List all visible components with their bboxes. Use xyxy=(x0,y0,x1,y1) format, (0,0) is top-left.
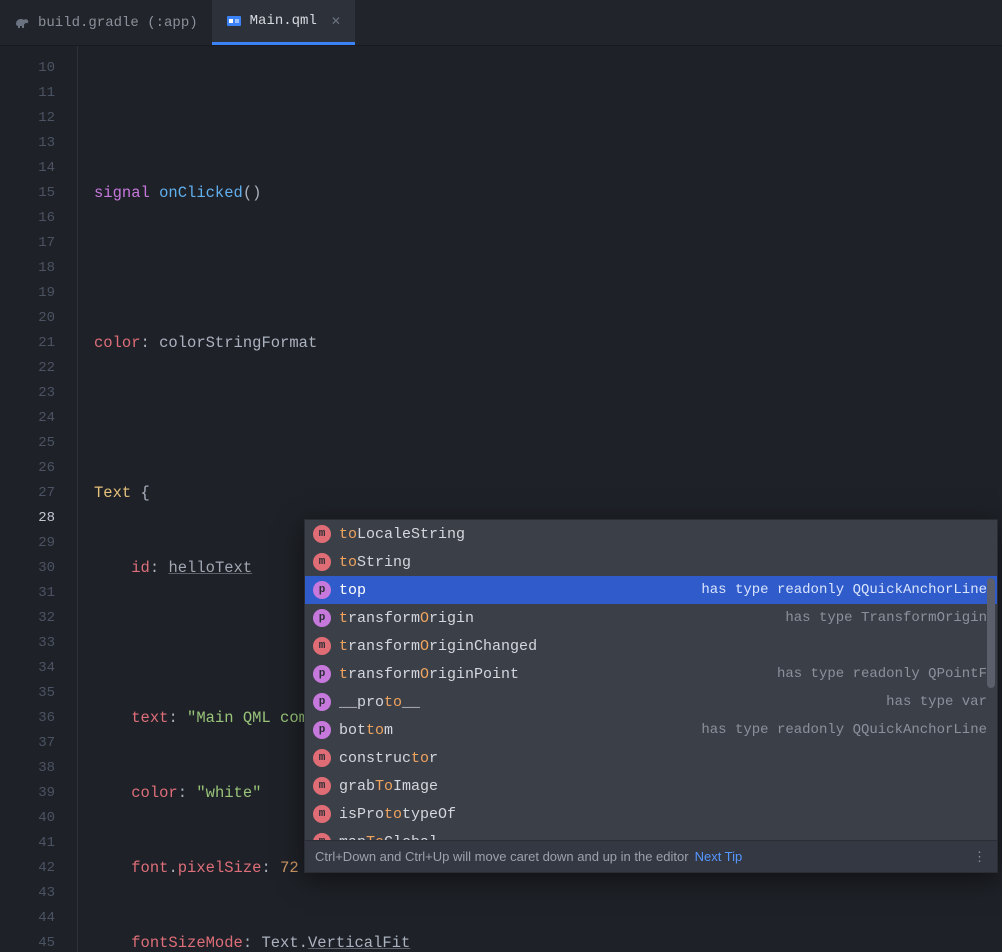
completion-item[interactable]: p transformOriginPoint has type readonly Q… xyxy=(305,660,997,688)
completion-label: mapToGlobal xyxy=(339,834,438,841)
line-number: 27 xyxy=(0,481,77,506)
completion-label: bottom xyxy=(339,722,393,739)
completion-item[interactable]: ptop has type readonly QQuickAnchorLine xyxy=(305,576,997,604)
line-number: 15 xyxy=(0,181,77,206)
line-number: 20 xyxy=(0,306,77,331)
completion-label: constructor xyxy=(339,750,438,767)
line-number: 17 xyxy=(0,231,77,256)
line-number: 11 xyxy=(0,81,77,106)
completion-item[interactable]: m mapToGlobal xyxy=(305,828,997,840)
property-icon: p xyxy=(313,721,331,739)
line-number: 43 xyxy=(0,881,77,906)
completion-label: isPrototypeOf xyxy=(339,806,456,823)
line-number: 36 xyxy=(0,706,77,731)
line-number: 14 xyxy=(0,156,77,181)
completion-label: toString xyxy=(339,554,411,571)
line-number: 38 xyxy=(0,756,77,781)
completion-item[interactable]: m constructor xyxy=(305,744,997,772)
line-number: 19 xyxy=(0,281,77,306)
completion-item[interactable]: pbottom has type readonly QQuickAnchorLin… xyxy=(305,716,997,744)
next-tip-link[interactable]: Next Tip xyxy=(695,849,743,864)
line-number: 33 xyxy=(0,631,77,656)
line-number: 23 xyxy=(0,381,77,406)
completion-list[interactable]: mtoLocaleStringmtoStringptophas type rea… xyxy=(305,520,997,840)
close-icon[interactable]: ✕ xyxy=(331,14,341,29)
line-number: 30 xyxy=(0,556,77,581)
completion-hint: has type TransformOrigin xyxy=(785,610,987,626)
tab-label: build.gradle (:app) xyxy=(38,15,198,31)
method-icon: m xyxy=(313,805,331,823)
line-number: 22 xyxy=(0,356,77,381)
completion-label: transformOriginChanged xyxy=(339,638,537,655)
completion-label: top xyxy=(339,582,366,599)
method-icon: m xyxy=(313,525,331,543)
line-number: 24 xyxy=(0,406,77,431)
qml-file-icon xyxy=(226,13,242,29)
elephant-icon xyxy=(14,15,30,31)
tab-main-qml[interactable]: Main.qml ✕ xyxy=(212,0,355,45)
line-gutter: 1011121314151617181920212223242526272829… xyxy=(0,46,78,952)
line-number: 34 xyxy=(0,656,77,681)
more-icon[interactable]: ⋮ xyxy=(973,849,987,865)
completion-item[interactable]: m isPrototypeOf xyxy=(305,800,997,828)
tab-build-gradle[interactable]: build.gradle (:app) xyxy=(0,0,212,45)
completion-item[interactable]: m toString xyxy=(305,548,997,576)
editor-area: 1011121314151617181920212223242526272829… xyxy=(0,46,1002,952)
completion-label: transformOrigin xyxy=(339,610,474,627)
line-number: 13 xyxy=(0,131,77,156)
line-number: 16 xyxy=(0,206,77,231)
completion-hint: has type var xyxy=(886,694,987,710)
line-number: 25 xyxy=(0,431,77,456)
method-icon: m xyxy=(313,553,331,571)
completion-hint: has type readonly QPointF xyxy=(777,666,987,682)
completion-hint: has type readonly QQuickAnchorLine xyxy=(701,722,987,738)
line-number: 39 xyxy=(0,781,77,806)
completion-tip-bar: Ctrl+Down and Ctrl+Up will move caret do… xyxy=(305,840,997,872)
property-icon: p xyxy=(313,609,331,627)
property-icon: p xyxy=(313,665,331,683)
line-number: 21 xyxy=(0,331,77,356)
method-icon: m xyxy=(313,637,331,655)
completion-label: __proto__ xyxy=(339,694,420,711)
tab-label: Main.qml xyxy=(250,13,317,29)
completion-label: grabToImage xyxy=(339,778,438,795)
method-icon: m xyxy=(313,749,331,767)
completion-hint: has type readonly QQuickAnchorLine xyxy=(701,582,987,598)
line-number: 35 xyxy=(0,681,77,706)
scrollbar-thumb[interactable] xyxy=(987,578,995,688)
line-number: 28 xyxy=(0,506,77,531)
line-number: 31 xyxy=(0,581,77,606)
completion-item[interactable]: p transformOrigin has type TransformOrigin xyxy=(305,604,997,632)
line-number: 45 xyxy=(0,931,77,952)
property-icon: p xyxy=(313,693,331,711)
line-number: 29 xyxy=(0,531,77,556)
line-number: 37 xyxy=(0,731,77,756)
completion-label: transformOriginPoint xyxy=(339,666,519,683)
editor-tab-bar: build.gradle (:app) Main.qml ✕ xyxy=(0,0,1002,46)
line-number: 12 xyxy=(0,106,77,131)
line-number: 40 xyxy=(0,806,77,831)
line-number: 32 xyxy=(0,606,77,631)
completion-label: toLocaleString xyxy=(339,526,465,543)
method-icon: m xyxy=(313,833,331,840)
line-number: 26 xyxy=(0,456,77,481)
tip-text: Ctrl+Down and Ctrl+Up will move caret do… xyxy=(315,849,689,864)
completion-item[interactable]: m grabToImage xyxy=(305,772,997,800)
completion-item[interactable]: p __proto__ has type var xyxy=(305,688,997,716)
line-number: 41 xyxy=(0,831,77,856)
code-completion-popup: mtoLocaleStringmtoStringptophas type rea… xyxy=(304,519,998,873)
completion-item[interactable]: m toLocaleString xyxy=(305,520,997,548)
method-icon: m xyxy=(313,777,331,795)
line-number: 18 xyxy=(0,256,77,281)
line-number: 10 xyxy=(0,56,77,81)
completion-item[interactable]: m transformOriginChanged xyxy=(305,632,997,660)
line-number: 44 xyxy=(0,906,77,931)
line-number: 42 xyxy=(0,856,77,881)
property-icon: p xyxy=(313,581,331,599)
